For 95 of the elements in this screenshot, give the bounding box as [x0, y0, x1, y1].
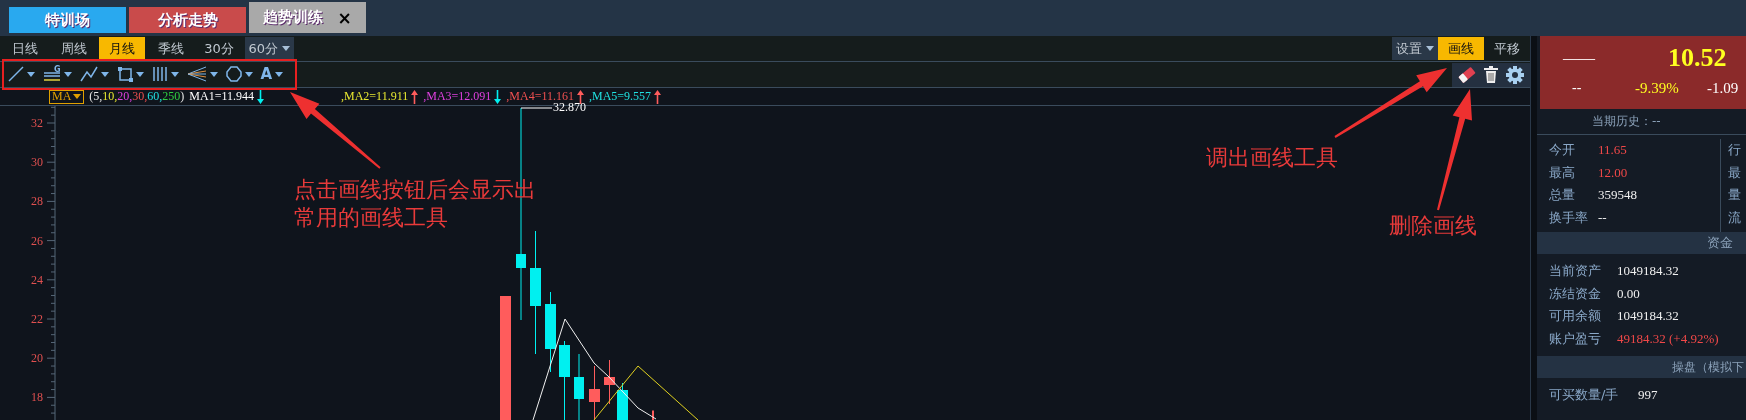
mode-button[interactable]: 设置: [1392, 37, 1438, 60]
polyline-icon: [79, 66, 98, 82]
field-label: 冻结资金: [1549, 284, 1602, 303]
axis-label: 20: [31, 350, 43, 366]
field-value: 12.00: [1598, 164, 1628, 181]
ma-value: ,MA4=11.161: [506, 89, 574, 103]
trash-button[interactable]: [1482, 64, 1500, 85]
close-button[interactable]: ×: [337, 7, 352, 28]
axis-label: 30: [31, 154, 43, 170]
field-value: 1049184.32: [1617, 308, 1679, 325]
stock-code: --: [1571, 80, 1583, 97]
line-tool-icon: [8, 66, 24, 82]
period-tab[interactable]: 周线: [50, 37, 97, 60]
ma-parameter: 250: [162, 89, 181, 104]
settings-icon: [1506, 65, 1524, 84]
section-header: 资金: [1537, 232, 1746, 254]
field-value: 49184.32 (+4.92%): [1617, 330, 1719, 347]
field-label: 可买数量/手: [1549, 386, 1620, 405]
period-tab[interactable]: 60分: [244, 37, 295, 60]
vertical-lines-icon: [151, 66, 168, 82]
field-value: 359548: [1598, 187, 1637, 204]
field-value: 11.65: [1598, 142, 1627, 159]
ma-value: MA1=11.944: [189, 89, 254, 104]
change-percent: -9.39%: [1635, 80, 1680, 98]
change-value: -1.09: [1707, 80, 1740, 98]
field-label: 总量: [1549, 186, 1576, 205]
axis-label: 18: [31, 389, 43, 405]
ma-parameter: 20,: [117, 89, 133, 104]
stat-label: 行: [1728, 141, 1741, 160]
period-tab[interactable]: 日线: [2, 37, 48, 60]
annotation-text: 点击画线按钮后会显示出 常用的画线工具: [294, 176, 536, 232]
tab[interactable]: 分析走势: [129, 7, 246, 33]
annotation-text: 删除画线: [1389, 212, 1477, 240]
caret-icon: [73, 94, 82, 99]
candle: [617, 383, 628, 420]
price: 10.52: [1667, 43, 1728, 73]
stock-name: ——: [1562, 49, 1596, 67]
ma-parameter: 30,: [132, 89, 148, 104]
field-label: 今开: [1549, 141, 1576, 160]
ma-value: ,MA3=12.091: [423, 89, 492, 104]
axis-label: 22: [31, 311, 43, 327]
section-header: 操盘（模拟下: [1537, 356, 1746, 378]
polygon-icon: [225, 66, 242, 82]
field-label: 最高: [1549, 163, 1576, 182]
ma-value: ,MA5=9.557: [589, 89, 652, 104]
caret-icon: [1426, 46, 1434, 51]
ma-parameter: 10,: [102, 89, 118, 104]
caret-icon: [63, 71, 72, 77]
caret-icon: [209, 71, 218, 77]
ma-value: ,MA2=11.911: [341, 89, 409, 104]
axis-label: 32: [31, 115, 43, 131]
caret-icon: [100, 71, 109, 77]
caret-icon: [282, 46, 291, 51]
caret-icon: [275, 71, 284, 77]
period-tab[interactable]: 30分: [196, 37, 242, 60]
stat-label: 量: [1728, 186, 1741, 205]
ma-dropdown[interactable]: MA: [49, 89, 85, 104]
ma-parameter: (5,: [89, 89, 103, 104]
field-label: 当前资产: [1549, 262, 1602, 281]
field-value: 0.00: [1617, 285, 1640, 302]
caret-icon: [27, 71, 35, 77]
period-tab[interactable]: 月线: [99, 37, 145, 60]
ma-parameter: 60,: [147, 89, 163, 104]
field-label: 换手率: [1549, 208, 1589, 227]
field-label: 可用余额: [1549, 307, 1602, 326]
field-value: --: [1598, 209, 1607, 226]
tab[interactable]: 趋势训练 ×: [249, 2, 366, 33]
ma-parameter: ): [180, 89, 185, 104]
mode-button[interactable]: 画线: [1438, 37, 1484, 60]
annotation-text: 调出画线工具: [1206, 144, 1338, 172]
trash-icon: [1484, 66, 1498, 83]
settings-button[interactable]: [1504, 64, 1526, 85]
mode-button[interactable]: 平移: [1484, 37, 1530, 60]
axis-label: 24: [31, 272, 43, 288]
caret-icon: [170, 71, 179, 77]
draw-tool-button[interactable]: A: [257, 63, 287, 85]
caret-icon: [135, 71, 144, 77]
rectangle-icon: [116, 66, 133, 82]
high-price-label: 32.870: [553, 100, 586, 115]
axis-label: 28: [31, 193, 43, 209]
field-value: 997: [1638, 387, 1658, 404]
fan-icon: [186, 66, 207, 82]
axis-label: 26: [31, 233, 43, 249]
draw-tool-button[interactable]: G: [40, 63, 75, 85]
stat-label: 流: [1728, 208, 1741, 227]
candle: [604, 360, 615, 404]
candle: [574, 354, 584, 420]
caret-icon: [244, 71, 253, 77]
field-label: 账户盈亏: [1549, 329, 1602, 348]
candle: [589, 366, 600, 420]
field-value: 1049184.32: [1617, 263, 1679, 280]
period-tab[interactable]: 季线: [147, 37, 194, 60]
history-label: 当期历史：--: [1592, 113, 1661, 130]
stat-label: 最: [1728, 163, 1741, 182]
leader-line: [520, 107, 553, 109]
